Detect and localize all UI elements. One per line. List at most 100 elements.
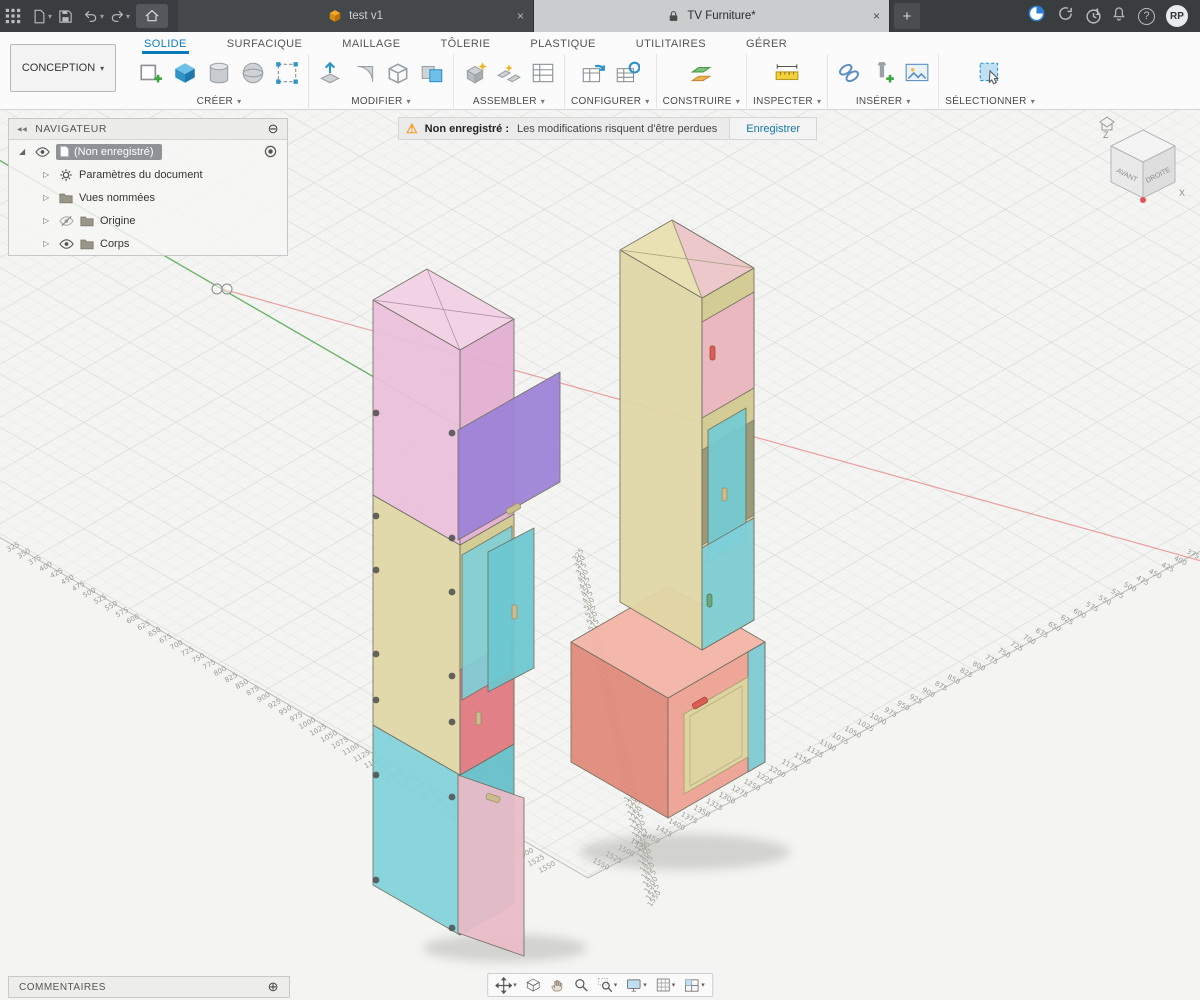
group-assembler: ASSEMBLER▾ — [454, 54, 565, 110]
viewcube[interactable]: AVANT DROITE Z X — [1095, 116, 1190, 211]
navigator-item-label: Paramètres du document — [79, 169, 203, 181]
construction-plane-icon[interactable] — [686, 58, 716, 88]
pan-button[interactable] — [546, 974, 568, 996]
configure-insert-icon[interactable] — [612, 58, 642, 88]
document-tab-tv-furniture[interactable]: TV Furniture* × — [534, 0, 890, 32]
group-label-construire[interactable]: CONSTRUIRE▾ — [663, 96, 740, 107]
configure-table-icon[interactable] — [578, 58, 608, 88]
group-label-inserer[interactable]: INSÉRER▾ — [856, 96, 911, 107]
notification-count-badge: 1 — [1095, 7, 1100, 17]
viewcube-z-axis-label: Z — [1103, 130, 1109, 140]
viewcube-x-axis-label: X — [1179, 188, 1185, 198]
visibility-eye-icon[interactable] — [59, 238, 74, 250]
job-status-button[interactable] — [1027, 4, 1046, 28]
design-workspace-label: CONCEPTION — [22, 62, 95, 74]
group-label-inspecter[interactable]: INSPECTER▾ — [753, 96, 821, 107]
close-tab-icon[interactable]: × — [517, 9, 524, 23]
insert-fastener-icon[interactable] — [868, 58, 898, 88]
navigator-item-document-root[interactable]: ◢ (Non enregistré) — [9, 140, 287, 163]
visibility-eye-icon[interactable] — [35, 146, 50, 158]
fillet-icon[interactable] — [349, 58, 379, 88]
comments-bar[interactable]: COMMENTAIRES ⊕ — [8, 976, 290, 998]
group-inspecter: INSPECTER▾ — [747, 54, 828, 110]
avatar[interactable]: RP — [1166, 5, 1188, 27]
expand-closed-caret-icon[interactable]: ▷ — [43, 193, 53, 202]
group-label-creer[interactable]: CRÉER▾ — [197, 96, 242, 107]
group-label-assembler[interactable]: ASSEMBLER▾ — [473, 96, 545, 107]
create-cylinder-icon[interactable] — [204, 58, 234, 88]
help-button[interactable]: ? — [1138, 8, 1155, 25]
pan-orbit-button[interactable]: ▾ — [492, 974, 520, 996]
tab-surfacique[interactable]: SURFACIQUE — [225, 38, 305, 54]
look-at-button[interactable] — [522, 974, 544, 996]
group-selectionner: SÉLECTIONNER▾ — [939, 54, 1041, 110]
save-link[interactable]: Enregistrer — [729, 118, 816, 139]
group-label-configurer[interactable]: CONFIGURER▾ — [571, 96, 650, 107]
navigator-item-document-settings[interactable]: ▷ Paramètres du document — [9, 163, 287, 186]
group-configurer: CONFIGURER▾ — [565, 54, 657, 110]
tab-utilitaires[interactable]: UTILITAIRES — [634, 38, 708, 54]
collapse-panel-icon[interactable]: ◀◀ — [17, 126, 27, 133]
app-grid-button[interactable] — [0, 3, 26, 29]
navigator-item-bodies[interactable]: ▷ Corps — [9, 232, 287, 255]
tab-tolerie[interactable]: TÔLERIE — [439, 38, 493, 54]
folder-icon — [80, 215, 94, 227]
notifications-button[interactable]: 1 — [1085, 8, 1100, 25]
tab-plastique[interactable]: PLASTIQUE — [528, 38, 597, 54]
create-sketch-icon[interactable] — [136, 58, 166, 88]
insert-link-icon[interactable] — [834, 58, 864, 88]
expand-closed-caret-icon[interactable]: ▷ — [43, 239, 53, 248]
joint-icon[interactable] — [494, 58, 524, 88]
warning-triangle-icon: ⚠ — [399, 121, 425, 137]
expand-open-caret-icon[interactable]: ◢ — [19, 147, 29, 156]
unsaved-warning-bar: ⚠ Non enregistré : Les modifications ris… — [398, 117, 817, 140]
design-workspace-menu[interactable]: CONCEPTION ▾ — [10, 44, 116, 92]
viewcube-cube[interactable]: AVANT DROITE — [1111, 130, 1175, 198]
display-settings-button[interactable]: ▾ — [622, 974, 650, 996]
tab-gerer[interactable]: GÉRER — [744, 38, 789, 54]
collapse-all-icon[interactable]: ⊖ — [268, 121, 279, 137]
tab-solide[interactable]: SOLIDE — [142, 38, 189, 54]
combine-icon[interactable] — [417, 58, 447, 88]
measure-icon[interactable] — [772, 58, 802, 88]
save-button[interactable] — [52, 3, 78, 29]
home-icon — [144, 8, 160, 24]
select-window-icon[interactable] — [975, 58, 1005, 88]
home-button[interactable] — [136, 4, 168, 28]
press-pull-icon[interactable] — [315, 58, 345, 88]
root-document-pill[interactable]: (Non enregistré) — [56, 144, 162, 160]
group-label-modifier[interactable]: MODIFIER▾ — [351, 96, 411, 107]
canvas-image-icon[interactable] — [902, 58, 932, 88]
expand-closed-caret-icon[interactable]: ▷ — [43, 216, 53, 225]
add-comment-icon[interactable]: ⊕ — [268, 979, 279, 995]
navigator-header[interactable]: ◀◀ NAVIGATEUR ⊖ — [9, 119, 287, 140]
navigator-panel: ◀◀ NAVIGATEUR ⊖ ◢ (Non enregistré) ▷ Par… — [8, 118, 288, 256]
alerts-button[interactable] — [1111, 6, 1127, 27]
create-box-icon[interactable] — [170, 58, 200, 88]
zoom-window-button[interactable]: ▾ — [594, 974, 621, 996]
visibility-off-eye-icon[interactable] — [59, 215, 74, 227]
navigator-item-named-views[interactable]: ▷ Vues nommées — [9, 186, 287, 209]
document-tab-test-v1[interactable]: test v1 × — [178, 0, 534, 32]
warning-message: Les modifications risquent d'être perdue… — [517, 123, 729, 135]
navigator-item-origin[interactable]: ▷ Origine — [9, 209, 287, 232]
undo-icon — [83, 8, 99, 24]
create-pattern-icon[interactable] — [272, 58, 302, 88]
zoom-button[interactable] — [570, 974, 592, 996]
close-tab-icon[interactable]: × — [873, 9, 880, 23]
create-sphere-icon[interactable] — [238, 58, 268, 88]
file-icon — [32, 8, 47, 25]
new-tab-button[interactable]: + — [894, 3, 920, 29]
rigid-group-icon[interactable] — [528, 58, 558, 88]
viewports-button[interactable]: ▾ — [680, 974, 708, 996]
grid-settings-button[interactable]: ▾ — [652, 974, 679, 996]
expand-closed-caret-icon[interactable]: ▷ — [43, 170, 53, 179]
redo-caret-icon[interactable]: ▾ — [126, 12, 130, 21]
group-label-selectionner[interactable]: SÉLECTIONNER▾ — [945, 96, 1035, 107]
activate-radio-icon[interactable] — [264, 145, 277, 158]
new-component-icon[interactable] — [460, 58, 490, 88]
sync-status-button[interactable] — [1057, 5, 1074, 27]
shell-icon[interactable] — [383, 58, 413, 88]
comments-label: COMMENTAIRES — [19, 982, 106, 993]
tab-maillage[interactable]: MAILLAGE — [340, 38, 402, 54]
